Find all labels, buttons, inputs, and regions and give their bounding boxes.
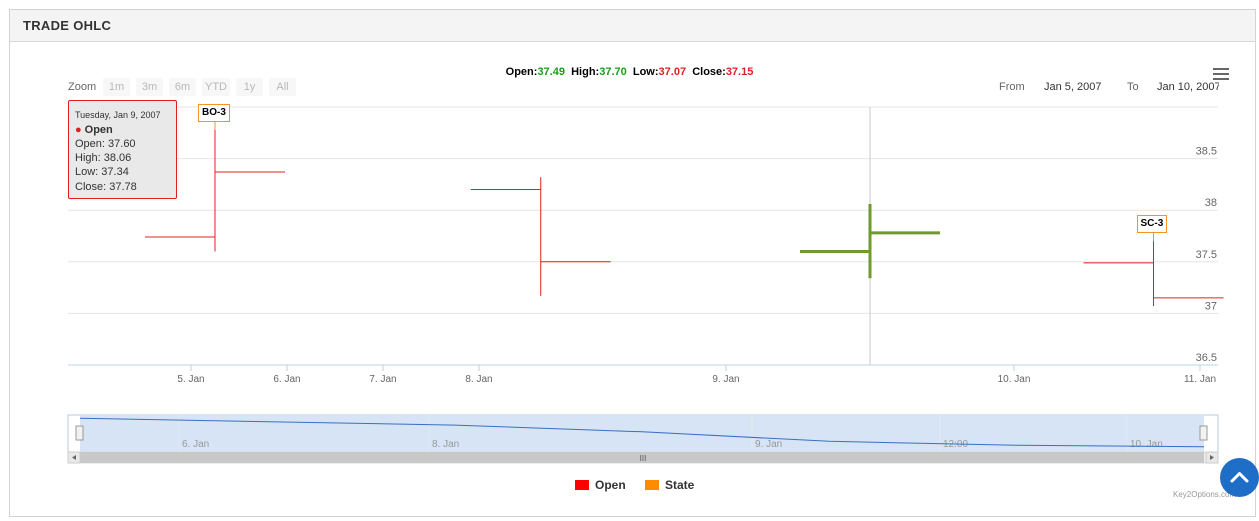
- tooltip-high: High: 38.06: [75, 152, 132, 164]
- ohlc-bar: [800, 204, 940, 279]
- tooltip-series: ● Open: [75, 124, 113, 136]
- ohlc-tooltip: Tuesday, Jan 9, 2007 ● Open Open: 37.60 H…: [68, 100, 177, 199]
- flag-sc3[interactable]: SC-3: [1136, 215, 1168, 233]
- x-tick-label: 5. Jan: [177, 374, 204, 385]
- ohlc-chart: 5. Jan 6. Jan 7. Jan 8. Jan 9. Jan 10. Jan 11.…: [67, 106, 1224, 464]
- legend-item-state[interactable]: State: [645, 478, 694, 492]
- tooltip-date: Tuesday, Jan 9, 2007: [75, 110, 161, 120]
- x-tick-label: 10. Jan: [998, 374, 1031, 385]
- x-axis: 5. Jan 6. Jan 7. Jan 8. Jan 9. Jan 10. Jan 11.…: [68, 364, 1218, 385]
- legend-label-state: State: [665, 478, 695, 492]
- y-tick-label: 38.5: [1196, 146, 1217, 158]
- navigator: 6. Jan 8. Jan 9. Jan 12:00 10. JanIII: [67, 414, 1219, 464]
- legend-item-open[interactable]: Open: [575, 478, 626, 492]
- navigator-handle: [75, 425, 84, 441]
- navigator-label: 6. Jan: [182, 439, 209, 450]
- y-tick-label: 36.5: [1196, 352, 1217, 364]
- x-tick-label: 7. Jan: [369, 374, 396, 385]
- navigator-label: 10. Jan: [1130, 439, 1163, 450]
- flag-bo3[interactable]: BO-3: [198, 104, 230, 122]
- grid-lines: [68, 106, 1218, 366]
- x-tick-label: 11. Jan: [1184, 374, 1216, 385]
- navigator-label: 9. Jan: [755, 439, 782, 450]
- y-axis: 36.5 37 37.5 38 38.5: [1196, 146, 1217, 364]
- scroll-top-button[interactable]: [1220, 458, 1259, 497]
- y-tick-label: 37: [1205, 300, 1217, 312]
- tooltip-open: Open: 37.60: [75, 138, 136, 150]
- x-tick-label: 9. Jan: [712, 374, 739, 385]
- x-tick-label: 8. Jan: [465, 374, 492, 385]
- tooltip-low: Low: 37.34: [75, 166, 129, 178]
- y-tick-label: 37.5: [1196, 249, 1217, 261]
- legend-swatch-open: [575, 480, 589, 490]
- scrollbar-grip: III: [640, 454, 647, 463]
- ohlc-bar: [470, 177, 611, 296]
- navigator-label: 8. Jan: [432, 439, 459, 450]
- y-tick-label: 38: [1205, 197, 1217, 209]
- x-tick-label: 6. Jan: [273, 374, 300, 385]
- tooltip-series-name: Open: [84, 124, 113, 136]
- legend-swatch-state: [645, 480, 659, 490]
- ohlc-bars: [145, 117, 1224, 307]
- chevron-up-icon: [1230, 472, 1249, 483]
- navigator-selection: [80, 415, 1204, 452]
- legend-label-open: Open: [595, 478, 626, 492]
- tooltip-close: Close: 37.78: [75, 181, 137, 193]
- navigator-handle: [1199, 425, 1208, 441]
